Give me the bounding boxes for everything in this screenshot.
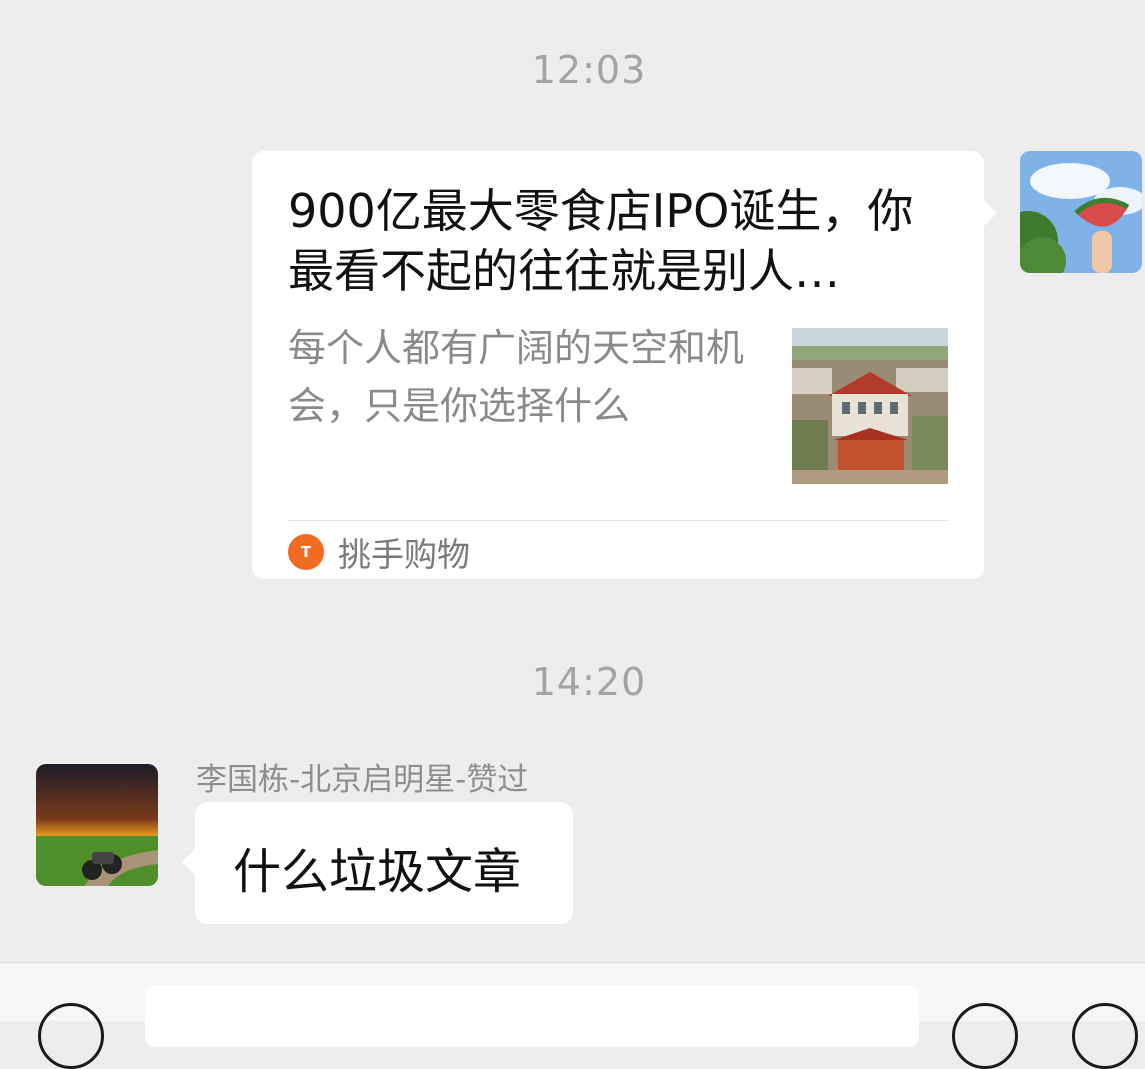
sender-name: 李国栋-北京启明星-赞过 xyxy=(196,762,529,798)
self-avatar[interactable] xyxy=(1020,151,1142,273)
link-card-message[interactable]: 900亿最大零食店IPO诞生，你最看不起的往往就是别人… 每个人都有广阔的天空和… xyxy=(252,151,997,579)
link-card-divider xyxy=(288,520,948,521)
input-toolbar xyxy=(0,962,1145,1069)
plus-icon[interactable] xyxy=(1072,1003,1138,1069)
timestamp: 12:03 xyxy=(531,48,647,92)
link-card-thumbnail xyxy=(792,328,948,484)
sender-avatar[interactable] xyxy=(36,764,158,886)
link-card-description: 每个人都有广阔的天空和机会，只是你选择什么 xyxy=(288,326,745,428)
bubble-tail xyxy=(182,848,196,876)
message-text: 什么垃圾文章 xyxy=(233,844,522,900)
source-name: 挑手购物 xyxy=(338,535,470,574)
message-input[interactable] xyxy=(145,985,919,1047)
incoming-message-bubble[interactable]: 什么垃圾文章 xyxy=(182,802,573,924)
timestamp: 14:20 xyxy=(531,660,647,704)
link-card-title: 900亿最大零食店IPO诞生，你最看不起的往往就是别人… xyxy=(288,184,914,298)
voice-icon[interactable] xyxy=(38,1003,104,1069)
source-logo-icon: T xyxy=(288,534,324,570)
emoji-icon[interactable] xyxy=(952,1003,1018,1069)
bubble-tail xyxy=(983,199,997,227)
link-card-source[interactable]: T 挑手购物 xyxy=(288,529,470,575)
